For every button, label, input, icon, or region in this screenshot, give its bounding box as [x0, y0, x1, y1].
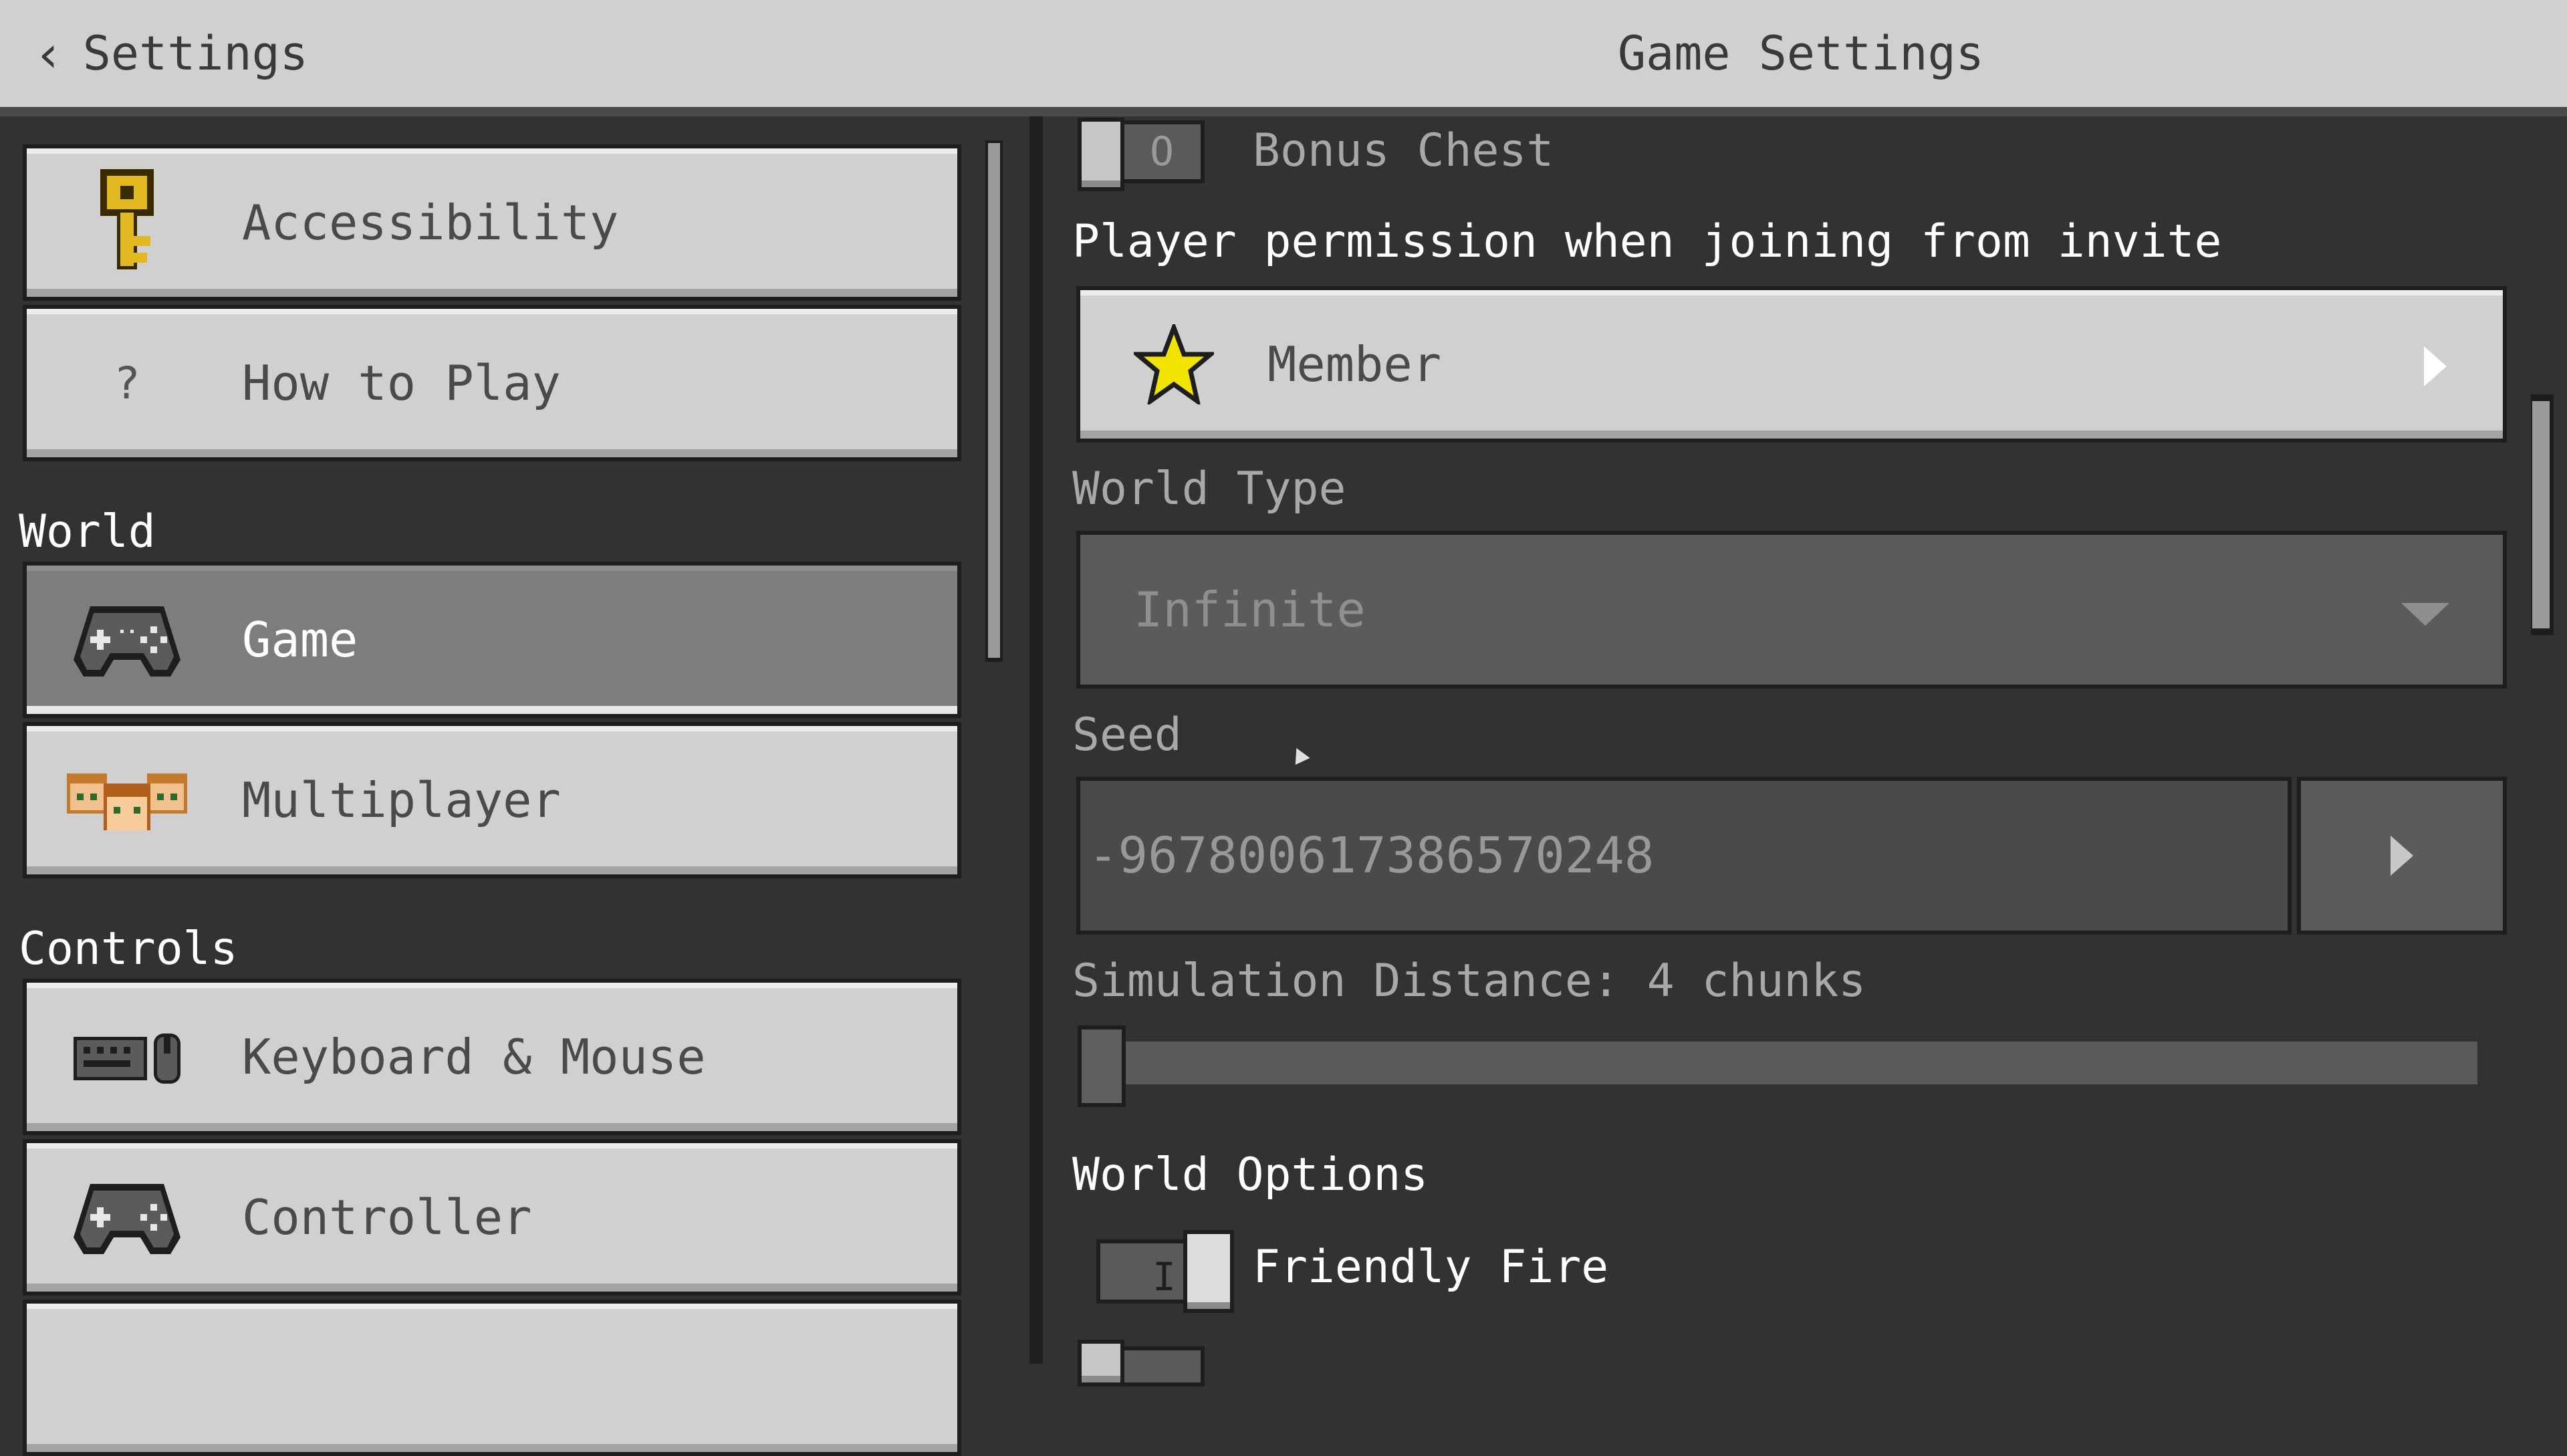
toggle-knob	[1183, 1230, 1234, 1313]
world-type-dropdown[interactable]: Infinite	[1076, 531, 2507, 689]
sidebar-item-label: How to Play	[242, 355, 561, 411]
bonus-chest-toggle[interactable]: O	[1078, 118, 1211, 191]
section-title-world: World	[19, 505, 156, 558]
next-option-toggle[interactable]	[1078, 1340, 1211, 1386]
section-title-controls: Controls	[19, 923, 238, 975]
world-type-value: Infinite	[1134, 582, 1366, 638]
friendly-fire-label: Friendly Fire	[1253, 1241, 1609, 1294]
world-options-title: World Options	[1072, 1148, 1429, 1201]
sidebar-item-controller[interactable]: Controller	[23, 1139, 961, 1296]
toggle-off-glyph: O	[1150, 128, 1175, 175]
permission-select-button[interactable]: Member	[1076, 286, 2507, 443]
permission-label: Player permission when joining from invi…	[1072, 215, 2222, 268]
simulation-distance-slider-knob[interactable]	[1078, 1025, 1126, 1107]
controller-icon	[60, 586, 194, 693]
sidebar-item-multiplayer[interactable]: Multiplayer	[23, 722, 961, 878]
content-scrollbar-thumb[interactable]	[2532, 401, 2550, 628]
chevron-right-icon	[2424, 346, 2447, 386]
chevron-down-icon	[2401, 603, 2449, 626]
sidebar-item-label: Game	[242, 612, 358, 668]
sidebar-item-partial[interactable]	[23, 1300, 961, 1456]
friendly-fire-toggle[interactable]: I	[1096, 1230, 1237, 1313]
chevron-right-icon	[2391, 836, 2413, 876]
chevron-left-icon: ‹	[33, 23, 64, 84]
back-button[interactable]: ‹ Settings	[33, 20, 308, 87]
toggle-on-glyph: I	[1152, 1254, 1176, 1300]
simulation-distance-label: Simulation Distance: 4 chunks	[1072, 955, 1866, 1007]
players-icon	[60, 747, 194, 854]
permission-value: Member	[1267, 336, 1442, 392]
world-type-label: World Type	[1072, 463, 1346, 515]
header-bar	[0, 0, 2567, 107]
back-label: Settings	[82, 26, 308, 81]
sidebar-item-label: Keyboard & Mouse	[242, 1029, 706, 1085]
keyboard-mouse-icon	[60, 1003, 194, 1110]
sidebar-item-how-to-play[interactable]: ? How to Play	[23, 305, 961, 461]
seed-label: Seed	[1072, 709, 1182, 761]
header-divider	[0, 107, 2567, 116]
question-mark-icon: ?	[114, 357, 140, 409]
simulation-distance-slider-track[interactable]	[1078, 1042, 2477, 1084]
key-icon	[60, 169, 194, 276]
star-icon	[1134, 324, 1214, 404]
panel-divider	[1029, 116, 1043, 1364]
bonus-chest-label: Bonus Chest	[1253, 124, 1554, 177]
sidebar-item-keyboard-mouse[interactable]: Keyboard & Mouse	[23, 979, 961, 1135]
sidebar-item-label: Multiplayer	[242, 772, 561, 828]
toggle-knob	[1078, 118, 1124, 191]
sidebar-item-label: Controller	[242, 1189, 532, 1245]
seed-value: -967800617386570248	[1088, 827, 1655, 884]
sidebar-item-label: Accessibility	[242, 195, 619, 251]
sidebar-scrollbar-thumb[interactable]	[988, 143, 1000, 658]
page-title: Game Settings	[1618, 26, 1984, 81]
sidebar: Accessibility ? How to Play World Game M…	[0, 116, 1029, 1456]
sidebar-item-game[interactable]: Game	[23, 562, 961, 718]
seed-input[interactable]: -967800617386570248	[1076, 777, 2292, 935]
sidebar-item-accessibility[interactable]: Accessibility	[23, 144, 961, 301]
seed-options-button[interactable]	[2297, 777, 2507, 935]
toggle-knob	[1078, 1340, 1124, 1386]
controller-icon	[60, 1164, 194, 1271]
